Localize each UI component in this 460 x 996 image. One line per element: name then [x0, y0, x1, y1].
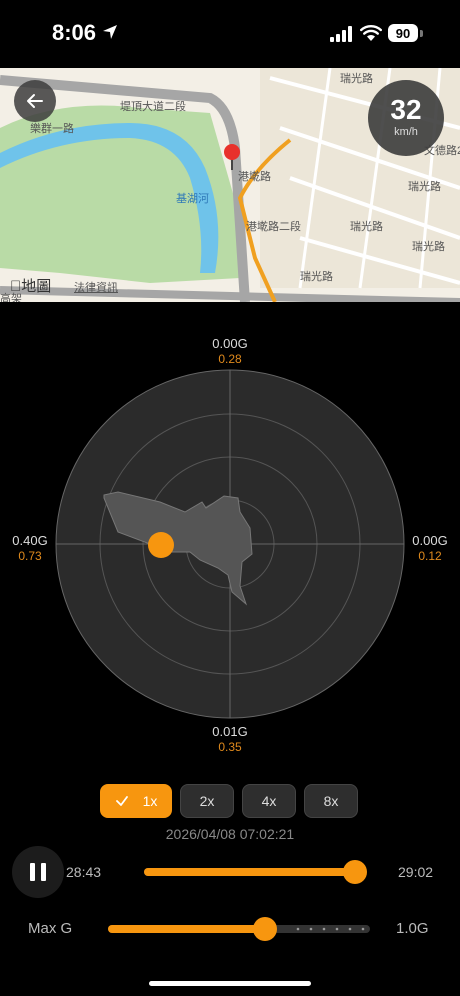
gforce-radar: 0.00G 0.28 0.40G 0.73 0.00G 0.12 0.01G 0… [0, 330, 460, 770]
map-road-label: 堤頂大道二段 [120, 101, 186, 113]
pause-icon [27, 863, 49, 881]
map-road-label: 瑞光路 [340, 73, 373, 85]
radar-top-g: 0.00G [212, 336, 248, 351]
timeline-end-time: 29:02 [398, 864, 434, 880]
timeline-slider-fill [144, 868, 356, 876]
radar-bottom-value: 0.35 [218, 740, 242, 754]
map-road-label: 瑞光路 [350, 221, 383, 233]
maxg-slider-track[interactable] [108, 925, 370, 933]
speed-badge: 32 km/h [368, 80, 444, 156]
status-time: 8:06 [52, 20, 97, 45]
map-road-label: 樂群一路 [30, 123, 74, 135]
pause-button[interactable] [12, 846, 64, 898]
apple-maps-logo: 地圖 [10, 275, 51, 296]
maxg-label: Max G [28, 920, 73, 937]
speed-4x-label: 4x [261, 793, 277, 809]
battery-indicator: 90 [388, 24, 418, 42]
timeline-start-time: 28:43 [66, 864, 102, 880]
battery-tip [420, 30, 423, 37]
radar-graphic [55, 369, 405, 719]
radar-left-g: 0.40G [12, 533, 48, 548]
location-arrow-icon [103, 25, 117, 39]
status-bar: 8:06 90 [0, 0, 460, 68]
map-road-label: 瑞光路 [412, 241, 445, 253]
map-road-label: 瑞光路 [300, 271, 333, 283]
speed-4x-button[interactable]: 4x [242, 784, 296, 818]
speed-1x-button[interactable]: 1x [100, 784, 172, 818]
timeline-slider-track[interactable] [144, 868, 362, 876]
maxg-value: 1.0G [396, 920, 429, 937]
home-indicator [149, 981, 311, 986]
radar-right-value: 0.12 [418, 549, 442, 563]
radar-right-g: 0.00G [412, 533, 448, 548]
maxg-slider-thumb[interactable] [253, 917, 278, 941]
speed-2x-button[interactable]: 2x [180, 784, 234, 818]
timeline-slider-thumb[interactable] [343, 860, 368, 884]
back-button[interactable] [14, 80, 56, 122]
map-road-label: 港墘路二段 [246, 221, 301, 233]
map-road-label: 港墘路 [238, 171, 271, 183]
map-river-label: 基湖河 [176, 193, 209, 205]
speed-8x-button[interactable]: 8x [304, 784, 358, 818]
radar-bottom-g: 0.01G [212, 724, 248, 739]
map-brand-text: 地圖 [10, 278, 51, 295]
speed-2x-label: 2x [199, 793, 215, 809]
arrow-left-icon [27, 94, 43, 108]
map-legal-link[interactable]: 法律資訊 [74, 279, 118, 295]
speed-unit: km/h [394, 126, 418, 138]
checkmark-icon [115, 796, 128, 806]
speed-1x-label: 1x [142, 793, 158, 809]
speed-value: 32 [390, 94, 422, 125]
speed-8x-label: 8x [323, 793, 339, 809]
cellular-signal-icon [330, 26, 352, 42]
maxg-tick-marks [296, 927, 365, 931]
map-road-label: 瑞光路 [408, 181, 441, 193]
wifi-icon [360, 25, 382, 41]
radar-left-value: 0.73 [18, 549, 42, 563]
gforce-current-point [148, 532, 174, 558]
radar-top-value: 0.28 [218, 352, 242, 366]
playback-datetime: 2026/04/08 07:02:21 [165, 826, 295, 842]
battery-level: 90 [395, 25, 411, 41]
